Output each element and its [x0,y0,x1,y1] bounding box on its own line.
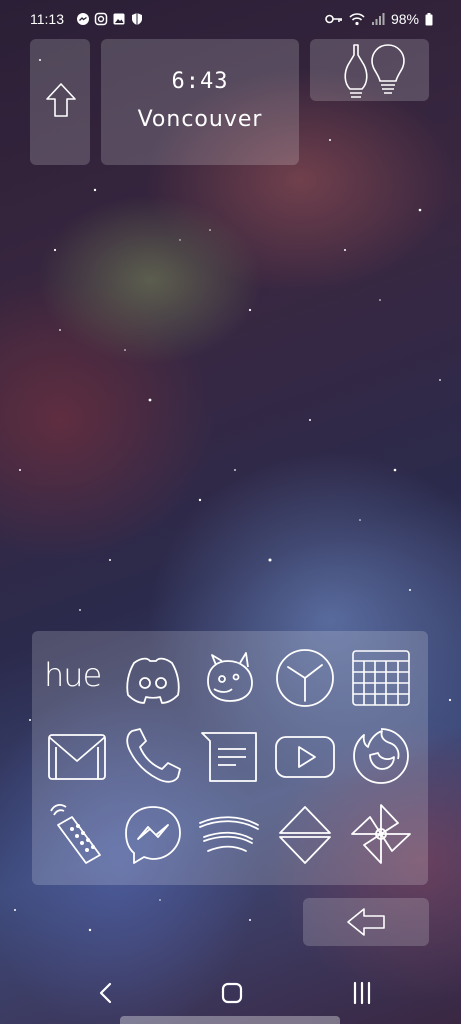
clock-app[interactable] [272,645,338,711]
play-icon [275,736,335,778]
gmail-app[interactable] [44,723,110,789]
firefox-icon [353,728,409,784]
triangles-icon [279,806,331,864]
calendar-app[interactable] [348,645,414,711]
battery-percent: 98% [390,11,419,27]
calendar-icon [352,650,410,706]
recents-icon [353,981,371,1005]
nav-recents-button[interactable] [342,978,382,1008]
chevron-left-icon [99,982,112,1004]
arrow-up-icon [46,83,76,117]
phone-icon [126,728,181,783]
triangles-app[interactable] [272,801,338,867]
discord-app[interactable] [120,645,186,711]
remote-app[interactable] [44,801,110,867]
status-time: 11:13 [30,11,64,27]
hue-app[interactable]: hue [44,645,110,711]
nav-home-button[interactable] [212,978,252,1008]
navigation-bar [0,960,461,1024]
pinwheel-icon [351,804,411,864]
status-bar: 11:13 98% [0,0,461,40]
messenger-app[interactable] [120,801,186,867]
clock-widget[interactable]: 6:43 Voncouver [101,39,299,165]
remote-icon [50,804,101,864]
messages-app[interactable] [196,723,262,789]
wifi-status-icon [349,13,365,26]
nav-back-button[interactable] [86,978,126,1008]
hue-icon: hue [44,656,102,694]
shield-status-icon [132,13,142,25]
youtube-app[interactable] [272,723,338,789]
key-status-icon [325,14,342,24]
discord-icon [126,657,180,704]
gallery-status-icon [113,13,125,25]
spotify-icon [199,816,259,852]
phone-app[interactable] [120,723,186,789]
lights-button[interactable] [310,39,429,101]
lightbulbs-icon [344,44,405,98]
home-icon [221,982,243,1004]
creature-app[interactable] [196,645,262,711]
battery-status-icon [425,12,433,25]
messenger-status-icon [77,13,89,25]
signal-status-icon [371,13,385,25]
back-widget[interactable] [303,898,429,946]
spotify-app[interactable] [196,801,262,867]
clock-time: 6:43 [171,69,229,94]
app-dock: hue [32,631,428,885]
clock-icon [276,649,334,707]
instagram-status-icon [94,12,108,26]
message-icon [201,732,257,782]
pinwheel-app[interactable] [348,801,414,867]
messenger-icon [125,806,181,864]
home-indicator [120,1016,340,1024]
creature-icon [207,652,253,702]
mail-icon [48,734,106,780]
clock-city: Voncouver [137,107,263,132]
firefox-app[interactable] [348,723,414,789]
arrow-left-icon [347,908,385,936]
up-button[interactable] [30,39,90,165]
